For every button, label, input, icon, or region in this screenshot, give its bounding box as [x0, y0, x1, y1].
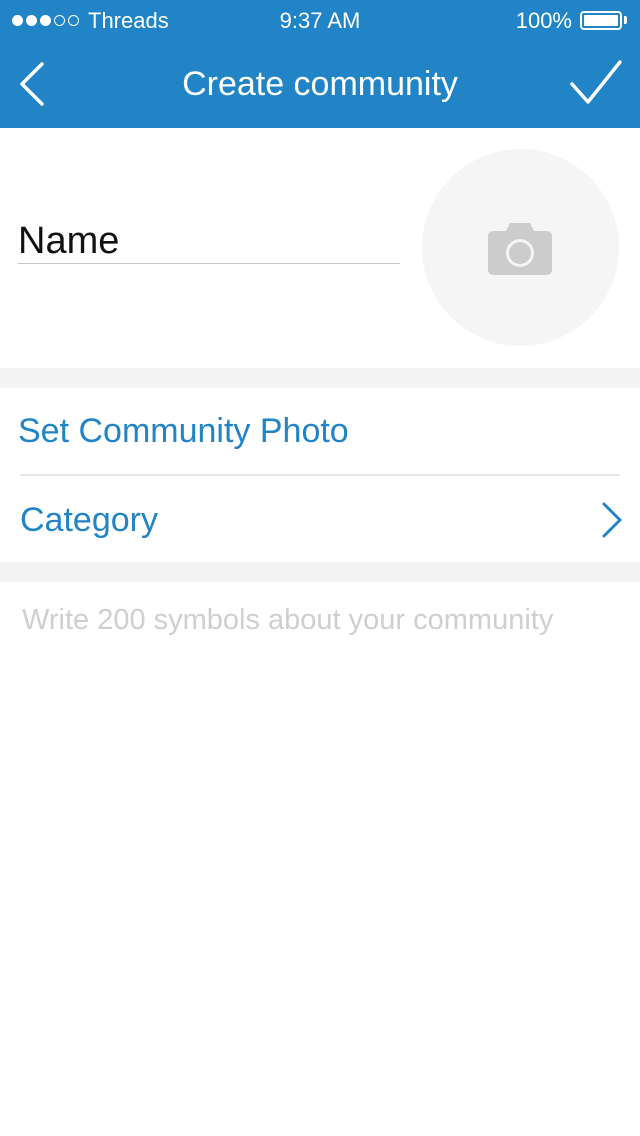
chevron-left-icon — [20, 62, 44, 106]
community-description-input[interactable] — [22, 600, 622, 1120]
navigation-bar: Create community — [0, 40, 640, 128]
community-photo-button[interactable] — [422, 149, 619, 346]
checkmark-icon — [570, 60, 622, 104]
section-divider — [0, 562, 640, 582]
name-section — [0, 128, 640, 368]
battery-icon — [580, 11, 622, 30]
camera-icon — [488, 223, 552, 275]
set-community-photo-label: Set Community Photo — [18, 412, 349, 450]
top-bar: Threads 9:37 AM 100% Create community — [0, 0, 640, 128]
battery-tip — [624, 16, 627, 24]
status-bar: Threads 9:37 AM 100% — [0, 0, 640, 40]
page-title: Create community — [182, 65, 458, 103]
section-divider — [0, 368, 640, 388]
category-row[interactable]: Category — [0, 476, 640, 562]
set-community-photo-row[interactable]: Set Community Photo — [0, 388, 640, 474]
battery-percentage: 100% — [515, 8, 572, 33]
description-section — [0, 582, 640, 1136]
community-name-input[interactable] — [18, 220, 400, 264]
done-button[interactable] — [560, 54, 630, 114]
chevron-right-icon — [602, 502, 622, 538]
category-label: Category — [20, 501, 158, 539]
battery-fill — [584, 15, 618, 26]
back-button[interactable] — [8, 56, 64, 112]
